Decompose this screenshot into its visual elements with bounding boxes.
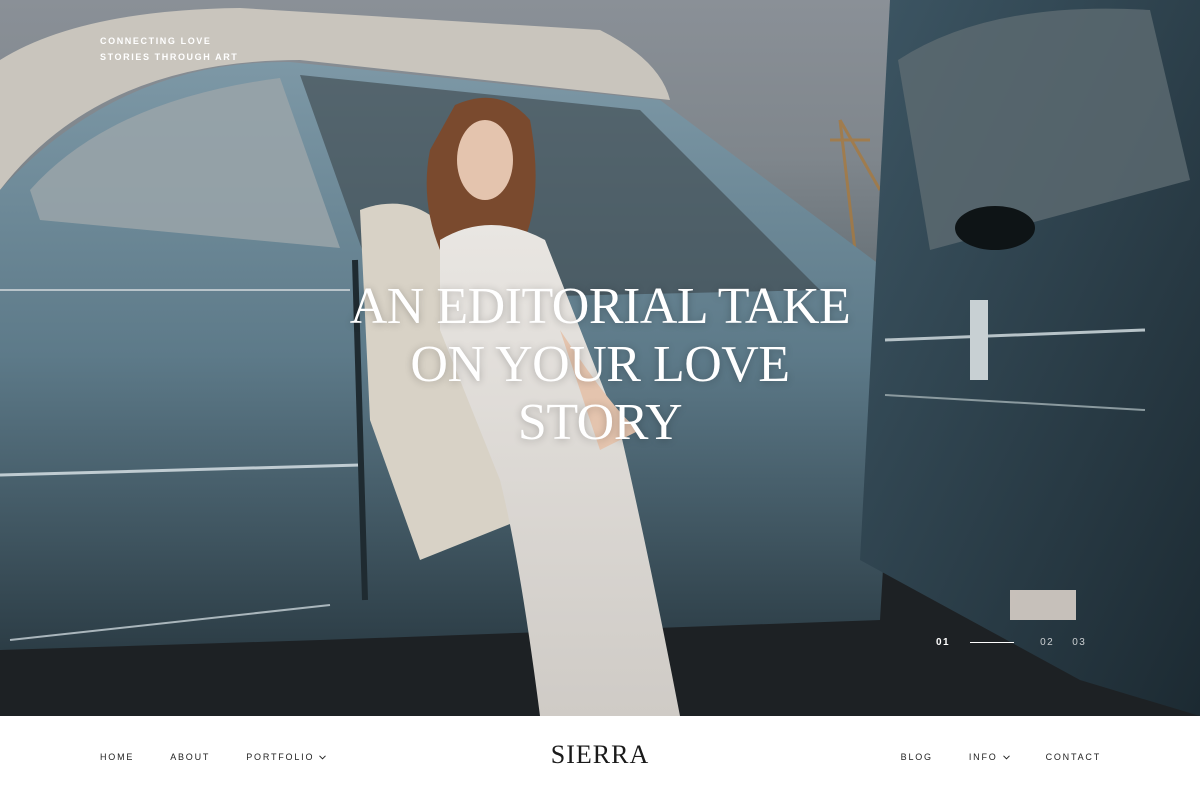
nav-link-blog[interactable]: BLOG <box>901 752 933 762</box>
nav-link-info[interactable]: INFO <box>969 752 1010 762</box>
hero-headline: AN EDITORIAL TAKE ON YOUR LOVE STORY <box>0 278 1200 452</box>
chevron-down-icon <box>1002 754 1010 760</box>
slide-dot-3[interactable]: 03 <box>1072 637 1086 648</box>
nav-link-contact[interactable]: CONTACT <box>1046 752 1101 762</box>
slide-indicator: 01 02 03 <box>936 634 1086 650</box>
slide-dot-2[interactable]: 02 <box>1040 637 1054 648</box>
nav-right-group: BLOG INFO CONTACT <box>865 752 1101 762</box>
tagline-line: STORIES THROUGH ART <box>100 52 239 62</box>
nav-link-info-label: INFO <box>968 752 998 762</box>
hero-tagline: CONNECTING LOVE STORIES THROUGH ART <box>100 33 238 65</box>
active-slide-line <box>970 641 1015 643</box>
main-navigation: HOME ABOUT PORTFOLIO SIERRA BLOG INFO CO… <box>0 716 1200 800</box>
slide-dot-1[interactable]: 01 <box>936 637 950 648</box>
hero-section: CONNECTING LOVE STORIES THROUGH ART AN E… <box>0 0 1200 716</box>
headline-line: STORY <box>517 394 683 451</box>
tagline-line: CONNECTING LOVE <box>100 36 212 46</box>
headline-line: AN EDITORIAL TAKE <box>349 278 851 335</box>
headline-line: ON YOUR LOVE <box>410 336 790 393</box>
